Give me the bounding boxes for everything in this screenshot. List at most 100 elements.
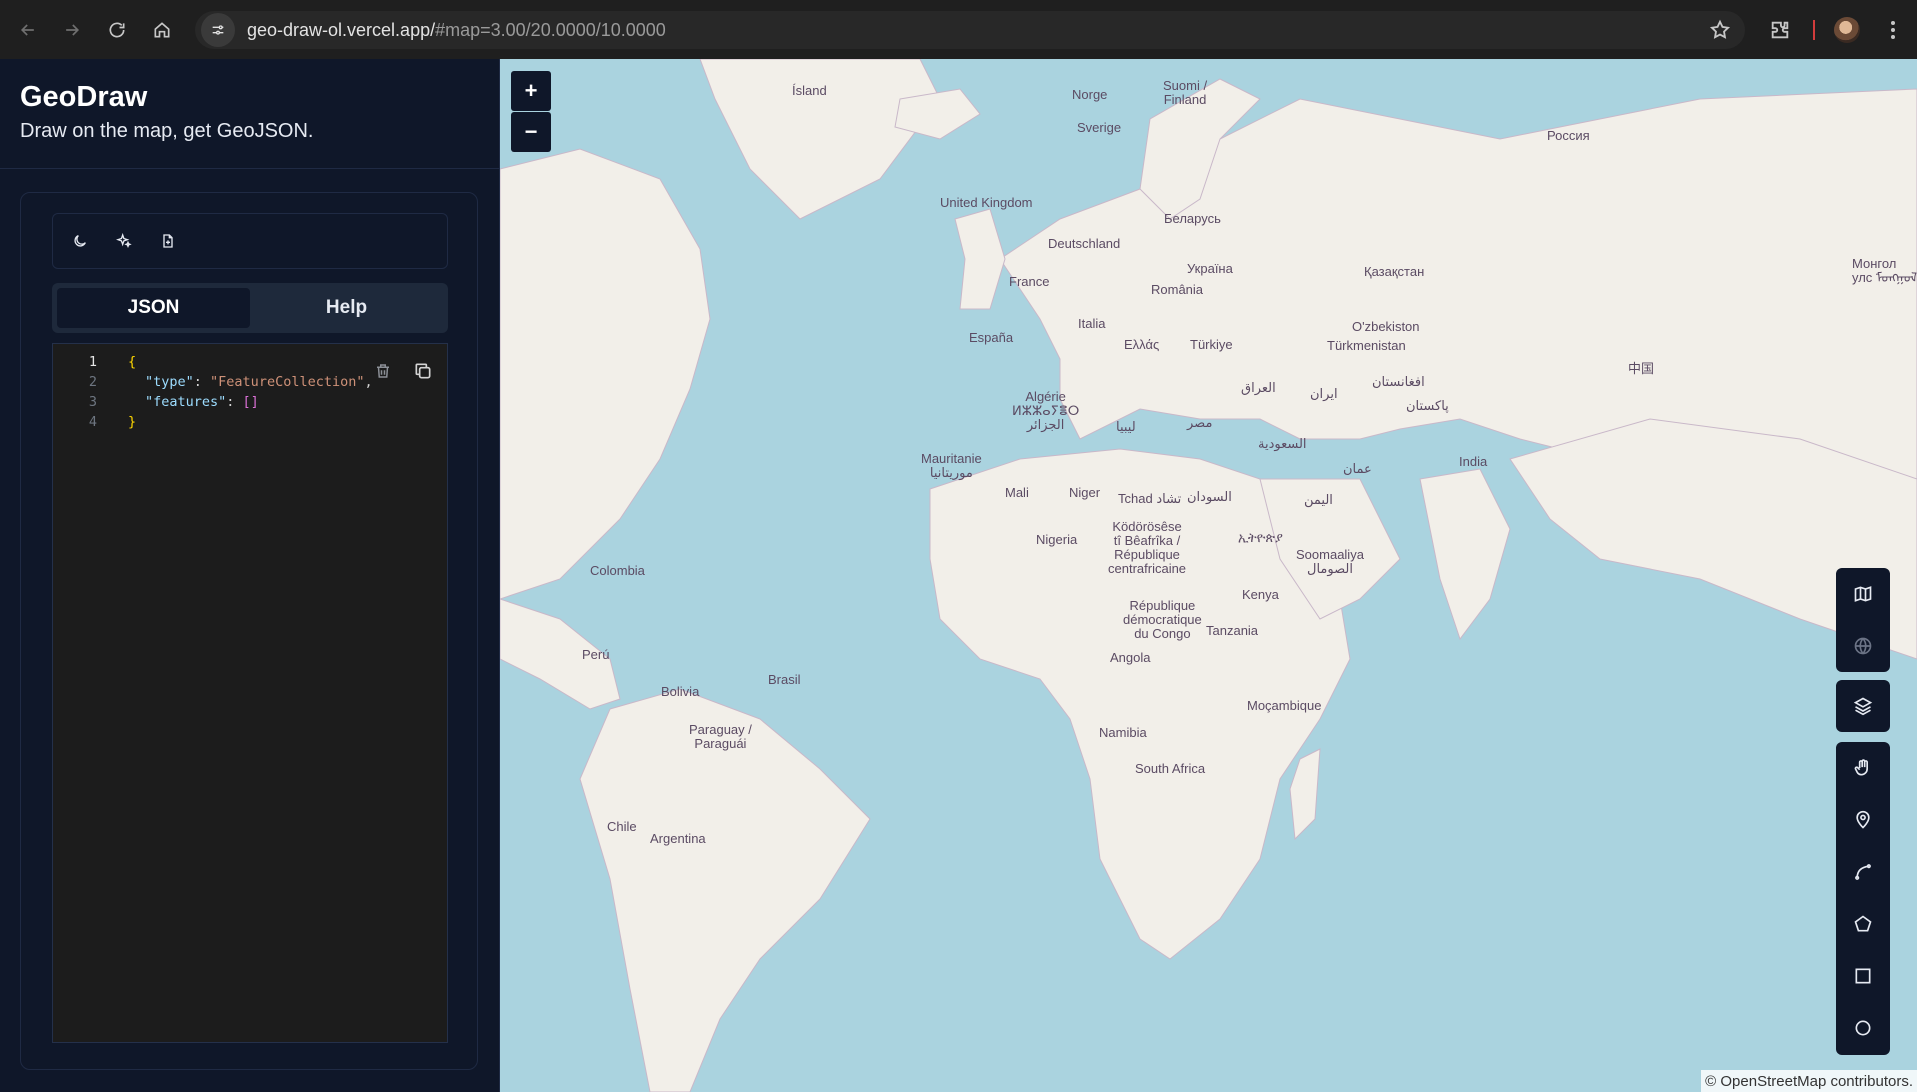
panel-tabs: JSON Help	[52, 283, 448, 333]
map-label: Namibia	[1099, 725, 1147, 740]
polygon-icon[interactable]	[1836, 898, 1890, 950]
back-icon[interactable]	[8, 10, 48, 50]
zoom-out-button[interactable]: −	[511, 112, 551, 152]
map-view-icon[interactable]	[1836, 568, 1890, 620]
map-label: اليمن	[1304, 492, 1333, 507]
map-label: Deutschland	[1048, 236, 1121, 251]
editor-line: 4 }	[53, 412, 447, 432]
toolbar-separator	[1811, 10, 1817, 50]
map-label: Niger	[1069, 485, 1101, 500]
map-label: Algérie ⵍⵣⵣⴰⵢⴻⵔ الجزائر	[1012, 389, 1080, 432]
geojson-editor[interactable]: 1 { 2 "type": "FeatureCollection", 3 "fe…	[52, 343, 448, 1043]
map-label: Беларусь	[1164, 211, 1221, 226]
map-attribution[interactable]: © OpenStreetMap contributors.	[1701, 1070, 1917, 1092]
map-label: France	[1009, 274, 1050, 289]
map-label: Mali	[1005, 485, 1029, 500]
site-info-icon[interactable]	[201, 13, 235, 47]
line-number: 3	[88, 394, 97, 410]
globe-icon[interactable]	[1836, 620, 1890, 672]
tab-help[interactable]: Help	[250, 288, 443, 328]
map-label: United Kingdom	[940, 195, 1033, 210]
circle-icon[interactable]	[1836, 1002, 1890, 1054]
map-label: افغانستان	[1372, 374, 1425, 389]
map-label: O'zbekiston	[1352, 319, 1420, 334]
forward-icon[interactable]	[52, 10, 92, 50]
map-label: السودان	[1187, 489, 1232, 504]
map-label: Türkmenistan	[1327, 338, 1406, 353]
map-canvas[interactable]: Ísland Norge Suomi / Finland Sverige Рос…	[500, 59, 1917, 1092]
reload-icon[interactable]	[97, 10, 137, 50]
map-label: ኢትዮጵያ	[1238, 530, 1283, 545]
map-label: România	[1151, 282, 1204, 297]
address-bar[interactable]: geo-draw-ol.vercel.app/#map=3.00/20.0000…	[195, 11, 1745, 49]
profile-avatar[interactable]	[1831, 10, 1863, 50]
hand-pan-icon[interactable]	[1836, 742, 1890, 794]
file-import-icon[interactable]	[157, 230, 179, 252]
home-icon[interactable]	[142, 10, 182, 50]
map-label: مصر	[1187, 415, 1213, 430]
url-text[interactable]: geo-draw-ol.vercel.app/#map=3.00/20.0000…	[247, 20, 666, 41]
map-label: 中国	[1628, 361, 1655, 376]
map-label: Tanzania	[1206, 623, 1259, 638]
app-subtitle: Draw on the map, get GeoJSON.	[20, 120, 314, 142]
map-label: Paraguay / Paraguái	[689, 722, 752, 751]
code-token: ,	[364, 374, 373, 390]
code-token: "features"	[145, 394, 227, 410]
url-hash: #map=3.00/20.0000/10.0000	[435, 19, 666, 40]
line-draw-icon[interactable]	[1836, 846, 1890, 898]
sidebar: GeoDraw Draw on the map, get GeoJSON. JS…	[0, 59, 500, 1092]
map-label: Angola	[1110, 650, 1151, 665]
trash-icon[interactable]	[374, 362, 392, 384]
point-marker-icon[interactable]	[1836, 794, 1890, 846]
browser-menu-icon[interactable]	[1878, 10, 1908, 50]
code-token: :	[193, 374, 211, 390]
view-mode-group	[1836, 568, 1890, 672]
map-label: Tchad تشاد	[1118, 491, 1182, 506]
code-token: :	[226, 394, 243, 410]
map-label: Argentina	[650, 831, 706, 846]
bookmark-star-icon[interactable]	[1709, 19, 1731, 46]
map-label: République démocratique du Congo	[1123, 598, 1202, 641]
map-label: Україна	[1187, 261, 1233, 276]
map-label: عمان	[1343, 461, 1372, 476]
rectangle-icon[interactable]	[1836, 950, 1890, 1002]
map-label: Perú	[582, 647, 610, 662]
map-label: Colombia	[590, 563, 645, 578]
map-label: پاکستان	[1406, 398, 1449, 413]
map-label: Kenya	[1242, 587, 1279, 602]
map-label: Ísland	[792, 83, 827, 98]
map-label: Ελλάς	[1124, 337, 1160, 352]
line-number: 1	[88, 354, 97, 370]
map-label: Italia	[1078, 316, 1106, 331]
map-label: India	[1459, 454, 1488, 469]
map-label: Россия	[1547, 128, 1590, 143]
map-label: Nigeria	[1036, 532, 1078, 547]
map-label: España	[969, 330, 1014, 345]
tab-json[interactable]: JSON	[57, 288, 250, 328]
map-label: Chile	[607, 819, 637, 834]
panel-toolbar	[52, 213, 448, 269]
map-label: Moçambique	[1247, 698, 1322, 713]
map-label: South Africa	[1135, 761, 1206, 776]
copy-icon[interactable]	[413, 361, 433, 385]
code-token: "type"	[145, 374, 194, 390]
moon-icon[interactable]	[69, 230, 91, 252]
output-panel: JSON Help 1 { 2 "type": "FeatureCollecti…	[20, 192, 478, 1070]
editor-line: 3 "features": []	[53, 392, 447, 412]
draw-tools-group	[1836, 742, 1890, 1055]
extensions-icon[interactable]	[1762, 10, 1798, 50]
layers-group	[1836, 680, 1890, 732]
url-host: geo-draw-ol.vercel.app/	[247, 19, 436, 40]
zoom-in-button[interactable]: +	[511, 71, 551, 111]
line-number: 4	[88, 414, 97, 430]
map-label: Қазақстан	[1364, 264, 1425, 279]
map-label: السعودية	[1258, 436, 1307, 451]
code-token: {	[128, 354, 137, 370]
map-label: العراق	[1241, 380, 1276, 395]
map-label: ليبيا	[1116, 419, 1136, 434]
code-token: []	[242, 394, 259, 410]
sparkles-icon[interactable]	[113, 230, 135, 252]
map-label: Brasil	[768, 672, 801, 687]
browser-toolbar: geo-draw-ol.vercel.app/#map=3.00/20.0000…	[0, 0, 1917, 59]
layers-icon[interactable]	[1836, 680, 1890, 732]
